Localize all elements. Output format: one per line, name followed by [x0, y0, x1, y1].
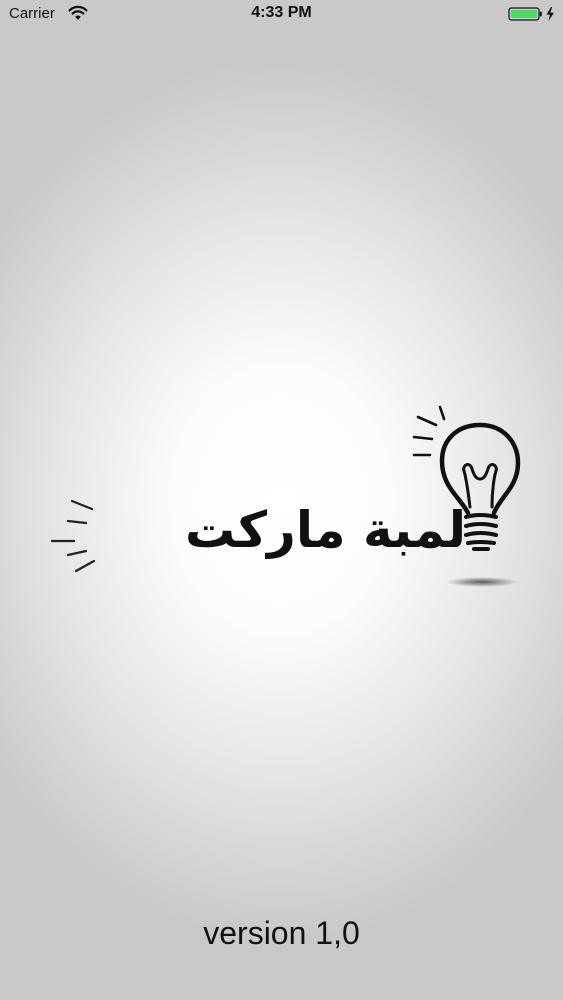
splash-screen: لمبة ماركت version 1,0: [0, 0, 563, 1000]
version-label: version 1,0: [203, 915, 360, 951]
lightbulb-icon: [412, 405, 521, 587]
light-rays-icon: [50, 499, 96, 573]
app-logo: لمبة ماركت: [40, 395, 540, 595]
